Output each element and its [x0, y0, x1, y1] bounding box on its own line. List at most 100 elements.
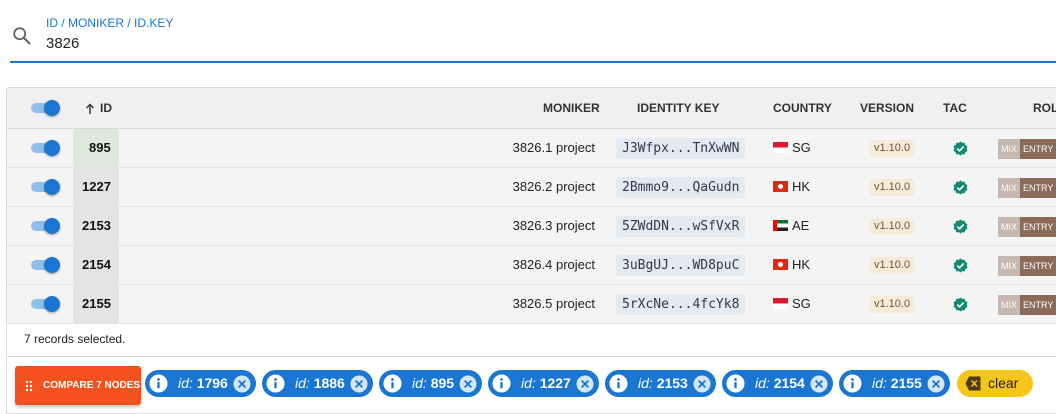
node-moniker: 3826.5 project	[512, 296, 595, 311]
table-row[interactable]: 2153 3826.3 project 5ZWdDN...wSfVxR AE v1.10…	[7, 207, 1056, 246]
remove-chip-icon[interactable]	[693, 375, 711, 393]
compare-nodes-button[interactable]: COMPARE 7 NODES	[15, 366, 141, 405]
identity-key-badge[interactable]: 2Bmmo9...QaGudn	[616, 177, 746, 198]
row-select-toggle[interactable]	[31, 179, 60, 195]
selected-id-chip[interactable]: id: 2155	[839, 370, 950, 397]
remove-chip-icon[interactable]	[459, 375, 477, 393]
selected-id-chip[interactable]: id: 1886	[262, 370, 373, 397]
remove-chip-icon[interactable]	[233, 375, 251, 393]
chip-prefix: id:	[638, 375, 653, 391]
flag-hk-icon	[773, 259, 788, 270]
check-circle-icon	[953, 180, 968, 195]
version-badge: v1.10.0	[870, 218, 915, 235]
identity-key-badge[interactable]: J3Wfpx...TnXwWN	[616, 138, 746, 159]
info-icon	[726, 374, 745, 393]
country-code: SG	[792, 296, 811, 311]
identity-key-badge[interactable]: 5rXcNe...4fcYk8	[616, 294, 746, 315]
selected-id-chip[interactable]: id: 2154	[722, 370, 833, 397]
flag-ae-icon	[773, 220, 788, 231]
table-row[interactable]: 2154 3826.4 project 3uBgUJ...WD8puC HK v1.10…	[7, 246, 1056, 285]
chip-id: 2154	[773, 375, 805, 391]
info-icon	[609, 374, 628, 393]
flag-sg-icon	[773, 142, 788, 153]
info-icon	[149, 374, 168, 393]
node-moniker: 3826.3 project	[512, 218, 595, 233]
country-cell: SG	[773, 285, 811, 323]
remove-chip-icon[interactable]	[350, 375, 368, 393]
selected-id-chip[interactable]: id: 2153	[605, 370, 716, 397]
role-entry: ENTRY	[1020, 256, 1056, 276]
chip-id: 1227	[539, 375, 571, 391]
row-select-toggle[interactable]	[31, 296, 60, 312]
chip-prefix: id:	[521, 375, 536, 391]
node-moniker: 3826.2 project	[512, 179, 595, 194]
role-mix: MIX	[998, 256, 1021, 276]
chip-prefix: id:	[755, 375, 770, 391]
column-header-id[interactable]: ID	[100, 88, 112, 129]
country-cell: SG	[773, 129, 811, 167]
table-header: ID MONIKER IDENTITY KEY COUNTRY VERSION …	[7, 88, 1056, 129]
selection-bar: COMPARE 7 NODES id: 1796 id: 1886 id: 895 i…	[6, 357, 1056, 414]
search-field[interactable]: ID / MONIKER / ID.KEY 3826	[10, 10, 1056, 63]
country-cell: AE	[773, 207, 809, 245]
column-header-version[interactable]: VERSION	[860, 88, 914, 129]
role-badge: MIX ENTRY	[998, 178, 1056, 198]
check-circle-icon	[953, 297, 968, 312]
chip-prefix: id:	[872, 375, 887, 391]
search-icon	[13, 27, 31, 45]
arrow-up-icon[interactable]	[85, 103, 95, 115]
version-badge: v1.10.0	[870, 179, 915, 196]
version-badge: v1.10.0	[870, 257, 915, 274]
remove-chip-icon[interactable]	[927, 375, 945, 393]
info-icon	[383, 374, 402, 393]
chip-id: 895	[430, 375, 455, 391]
column-header-tac[interactable]: TAC	[943, 88, 967, 129]
chip-prefix: id:	[178, 375, 193, 391]
node-id[interactable]: 2153	[82, 207, 111, 245]
node-id[interactable]: 895	[89, 129, 111, 167]
country-code: AE	[792, 218, 810, 233]
select-all-toggle[interactable]	[31, 100, 60, 116]
node-id[interactable]: 1227	[82, 168, 111, 206]
clear-button[interactable]: clear	[957, 370, 1033, 397]
version-badge: v1.10.0	[870, 296, 915, 313]
selected-id-chip[interactable]: id: 1227	[488, 370, 599, 397]
node-id[interactable]: 2154	[82, 246, 111, 284]
role-mix: MIX	[998, 139, 1021, 159]
chip-id: 2153	[656, 375, 688, 391]
role-mix: MIX	[998, 295, 1021, 315]
identity-key-badge[interactable]: 5ZWdDN...wSfVxR	[616, 216, 746, 237]
country-code: HK	[792, 257, 811, 272]
column-header-country[interactable]: COUNTRY	[773, 88, 832, 129]
chip-id: 1796	[196, 375, 228, 391]
table-row[interactable]: 1227 3826.2 project 2Bmmo9...QaGudn HK v1.10…	[7, 168, 1056, 207]
selected-id-chip[interactable]: id: 895	[379, 370, 482, 397]
node-moniker: 3826.1 project	[512, 140, 595, 155]
nodes-table: ID MONIKER IDENTITY KEY COUNTRY VERSION …	[6, 87, 1056, 357]
remove-chip-icon[interactable]	[576, 375, 594, 393]
role-entry: ENTRY	[1020, 178, 1056, 198]
chip-prefix: id:	[295, 375, 310, 391]
role-badge: MIX ENTRY	[998, 256, 1056, 276]
role-entry: ENTRY	[1020, 217, 1056, 237]
remove-chip-icon[interactable]	[810, 375, 828, 393]
column-header-identity-key[interactable]: IDENTITY KEY	[637, 88, 719, 129]
row-select-toggle[interactable]	[31, 257, 60, 273]
selected-id-chip[interactable]: id: 1796	[145, 370, 256, 397]
row-select-toggle[interactable]	[31, 140, 60, 156]
check-circle-icon	[953, 141, 968, 156]
clear-label: clear	[988, 375, 1019, 391]
identity-key-badge[interactable]: 3uBgUJ...WD8puC	[616, 255, 746, 276]
flag-hk-icon	[773, 181, 788, 192]
table-row[interactable]: 895 3826.1 project J3Wfpx...TnXwWN SG v1.10.…	[7, 129, 1056, 168]
country-code: SG	[792, 140, 811, 155]
row-select-toggle[interactable]	[31, 218, 60, 234]
node-id[interactable]: 2155	[82, 285, 111, 323]
table-row[interactable]: 2155 3826.5 project 5rXcNe...4fcYk8 SG v1.10…	[7, 285, 1056, 324]
column-header-role[interactable]: ROLE	[1033, 88, 1056, 129]
info-icon	[266, 374, 285, 393]
column-header-moniker[interactable]: MONIKER	[543, 88, 600, 129]
country-cell: HK	[773, 246, 810, 284]
drag-handle-icon	[25, 380, 33, 392]
search-input[interactable]: 3826	[46, 35, 79, 52]
